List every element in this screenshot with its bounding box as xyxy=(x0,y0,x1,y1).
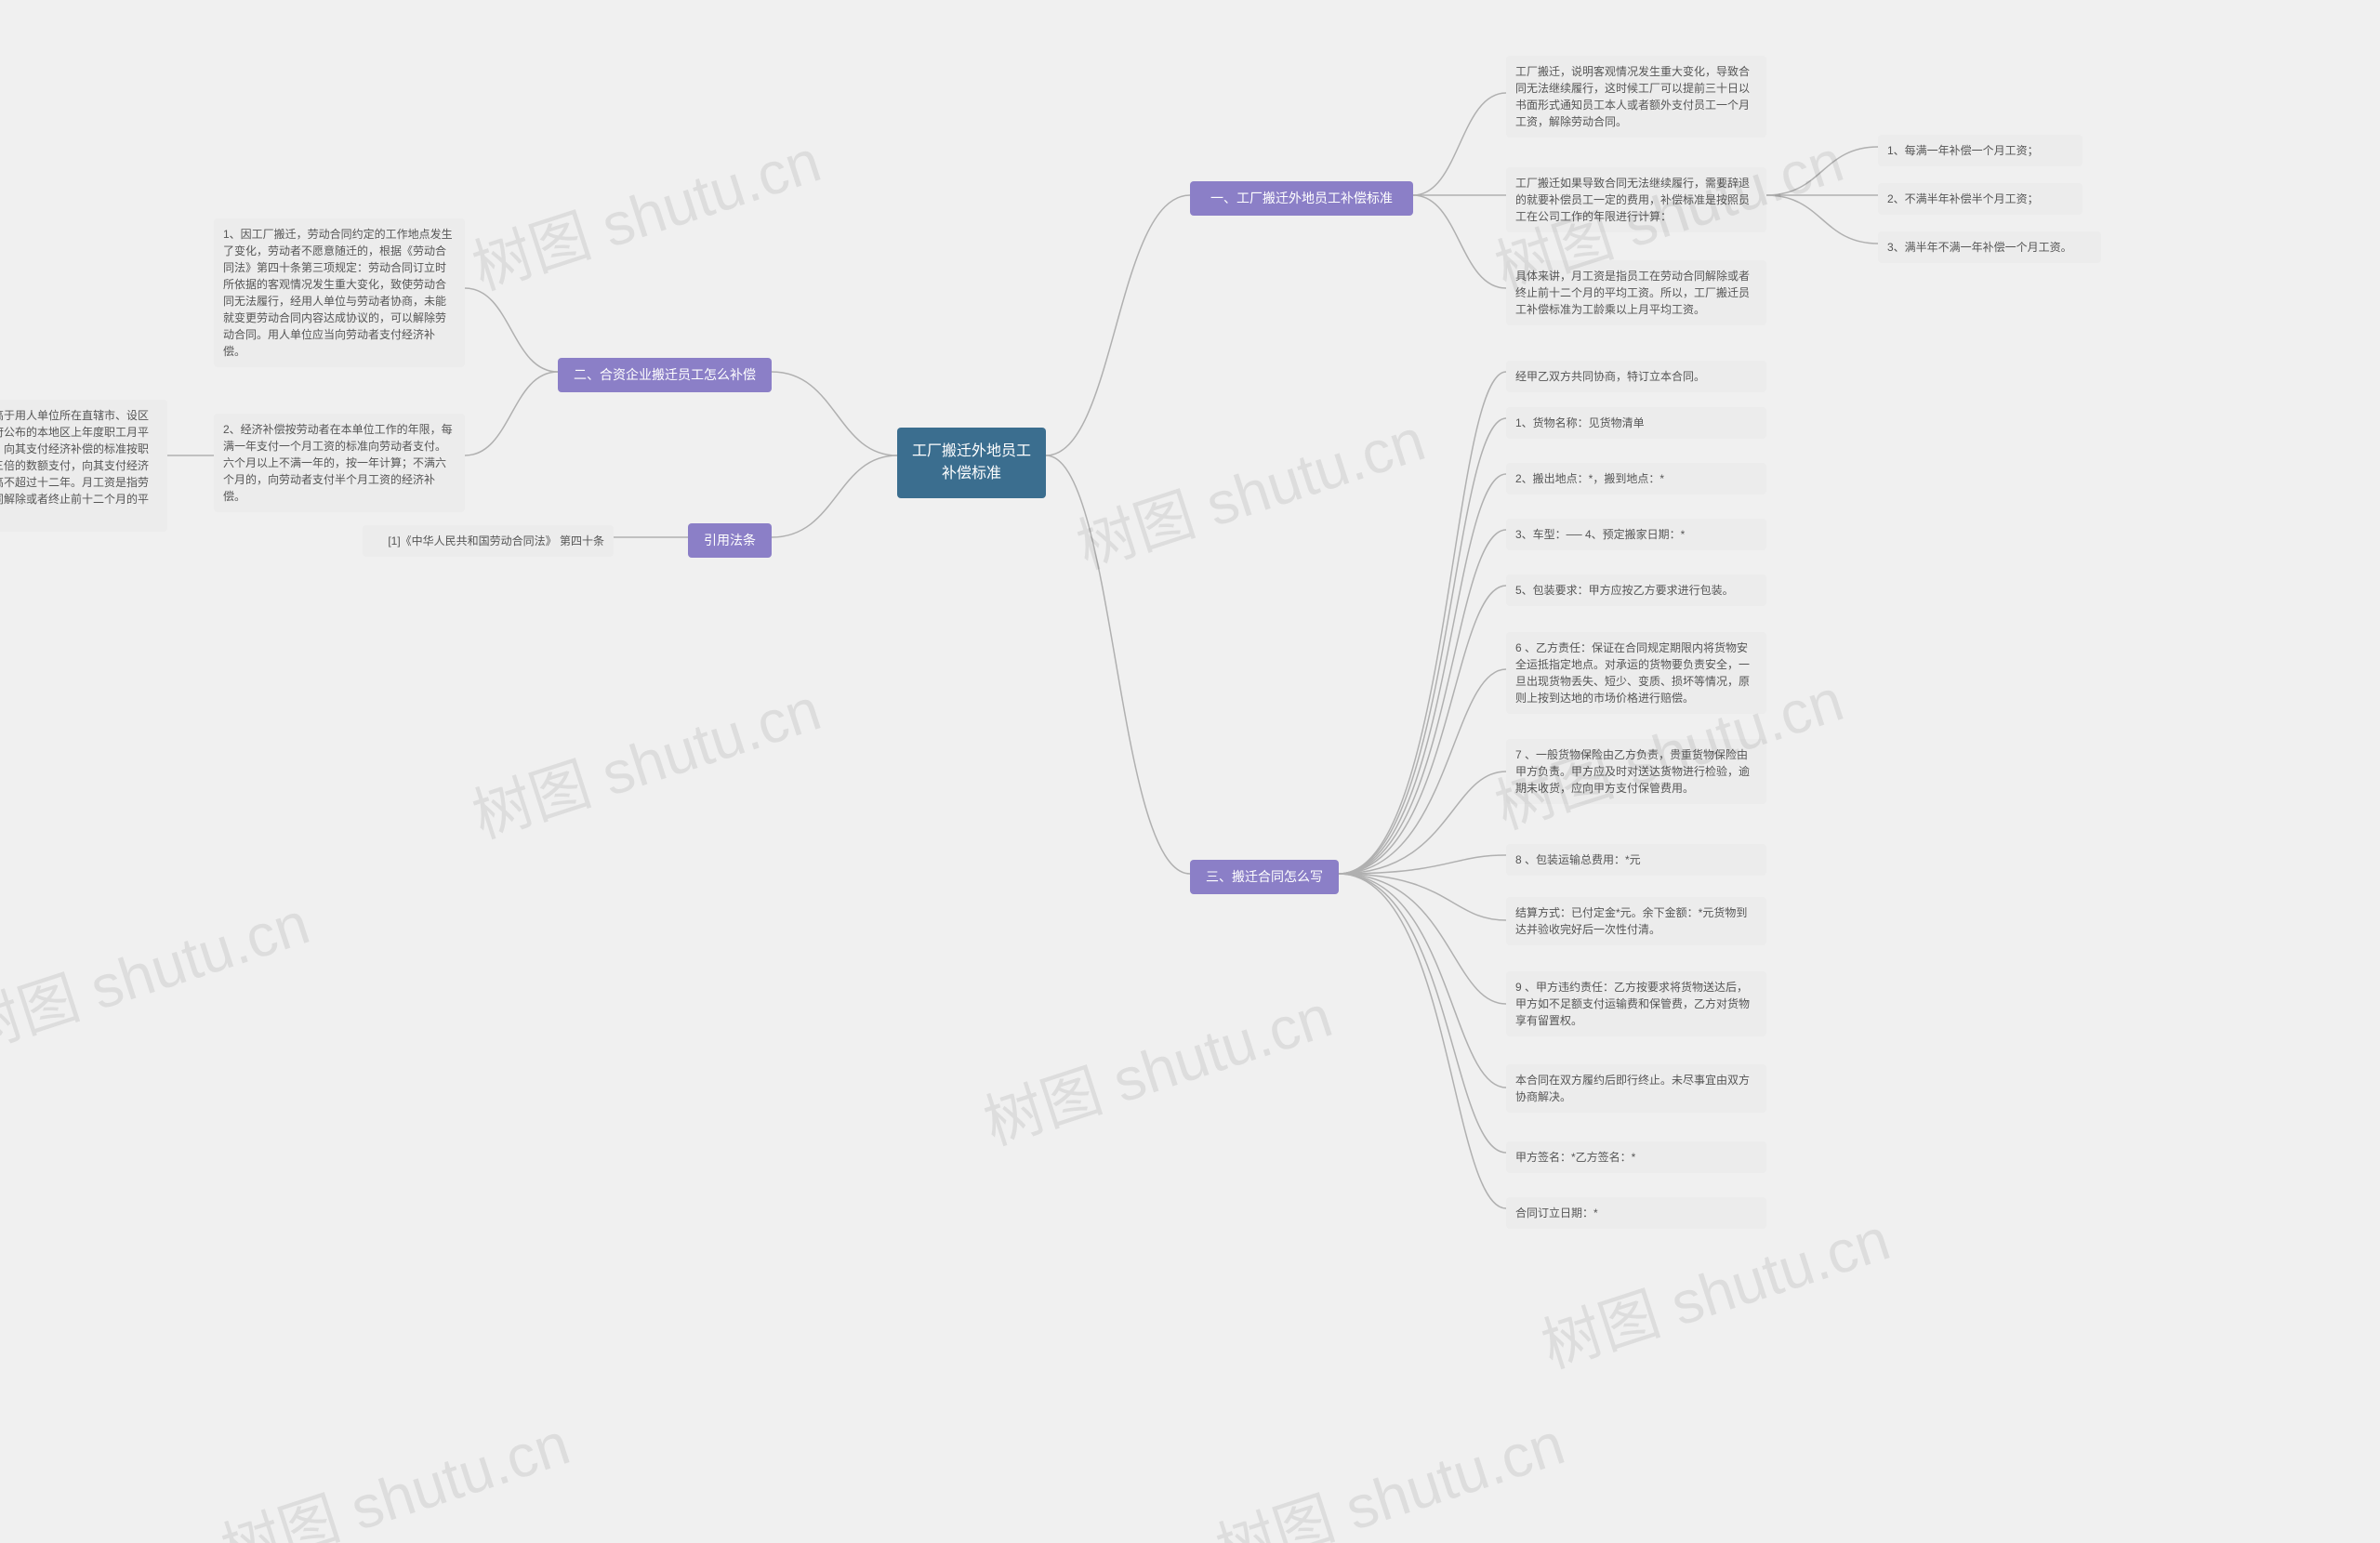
branch-contract-writing[interactable]: 三、搬迁合同怎么写 xyxy=(1190,860,1339,894)
watermark: 树图 shutu.cn xyxy=(972,969,1341,1161)
leaf-b3-c5[interactable]: 6 、乙方责任：保证在合同规定期限内将货物安全运抵指定地点。对承运的货物要负责安… xyxy=(1506,632,1766,714)
branch-compensation-standard[interactable]: 一、工厂搬迁外地员工补偿标准 xyxy=(1190,181,1413,216)
leaf-b3-c2[interactable]: 2、搬出地点：*，搬到地点：* xyxy=(1506,463,1766,495)
leaf-b3-c3[interactable]: 3、车型：── 4、预定搬家日期：* xyxy=(1506,519,1766,550)
leaf-b3-c12[interactable]: 合同订立日期：* xyxy=(1506,1197,1766,1229)
watermark: 树图 shutu.cn xyxy=(460,662,829,854)
leaf-b1-n2c1[interactable]: 1、每满一年补偿一个月工资； xyxy=(1878,135,2082,166)
leaf-b4-n1[interactable]: [1]《中华人民共和国劳动合同法》 第四十条 xyxy=(363,525,614,557)
leaf-b3-c4[interactable]: 5、包装要求：甲方应按乙方要求进行包装。 xyxy=(1506,574,1766,606)
leaf-b3-c7[interactable]: 8 、包装运输总费用：*元 xyxy=(1506,844,1766,876)
leaf-b3-c8[interactable]: 结算方式：已付定金*元。余下金额：*元货物到达并验收完好后一次性付清。 xyxy=(1506,897,1766,945)
leaf-b1-n1[interactable]: 工厂搬迁，说明客观情况发生重大变化，导致合同无法继续履行，这时候工厂可以提前三十… xyxy=(1506,56,1766,138)
watermark: 树图 shutu.cn xyxy=(460,113,829,306)
leaf-b1-n3[interactable]: 具体来讲，月工资是指员工在劳动合同解除或者终止前十二个月的平均工资。所以，工厂搬… xyxy=(1506,260,1766,325)
branch-joint-venture-compensation[interactable]: 二、合资企业搬迁员工怎么补偿 xyxy=(558,358,772,392)
leaf-b3-c9[interactable]: 9 、甲方违约责任：乙方按要求将货物送达后，甲方如不足额支付运输费和保管费，乙方… xyxy=(1506,971,1766,1036)
leaf-b3-c6[interactable]: 7 、一般货物保险由乙方负责，贵重货物保险由甲方负责。甲方应及时对送达货物进行检… xyxy=(1506,739,1766,804)
leaf-b3-c0[interactable]: 经甲乙双方共同协商，特订立本合同。 xyxy=(1506,361,1766,392)
leaf-b3-c10[interactable]: 本合同在双方履约后即行终止。未尽事宜由双方协商解决。 xyxy=(1506,1064,1766,1113)
leaf-b2-n1[interactable]: 1、因工厂搬迁，劳动合同约定的工作地点发生了变化，劳动者不愿意随迁的，根据《劳动… xyxy=(214,218,465,367)
root-node[interactable]: 工厂搬迁外地员工补偿标准 xyxy=(897,428,1046,498)
watermark: 树图 shutu.cn xyxy=(209,1396,578,1543)
leaf-b1-n2c3[interactable]: 3、满半年不满一年补偿一个月工资。 xyxy=(1878,231,2101,263)
leaf-b2-n2[interactable]: 2、经济补偿按劳动者在本单位工作的年限，每满一年支付一个月工资的标准向劳动者支付… xyxy=(214,414,465,512)
branch-cited-law[interactable]: 引用法条 xyxy=(688,523,772,558)
leaf-b1-n2[interactable]: 工厂搬迁如果导致合同无法继续履行，需要辞退的就要补偿员工一定的费用，补偿标准是按… xyxy=(1506,167,1766,232)
watermark: 树图 shutu.cn xyxy=(1064,392,1434,585)
leaf-b3-c11[interactable]: 甲方签名：*乙方签名：* xyxy=(1506,1141,1766,1173)
leaf-b2-n2c[interactable]: 劳动者月工资高于用人单位所在直辖市、设区的市级人民政府公布的本地区上年度职工月平… xyxy=(0,400,167,532)
leaf-b3-c1[interactable]: 1、货物名称：见货物清单 xyxy=(1506,407,1766,439)
watermark: 树图 shutu.cn xyxy=(0,876,318,1068)
watermark: 树图 shutu.cn xyxy=(1204,1396,1573,1543)
leaf-b1-n2c2[interactable]: 2、不满半年补偿半个月工资； xyxy=(1878,183,2082,215)
